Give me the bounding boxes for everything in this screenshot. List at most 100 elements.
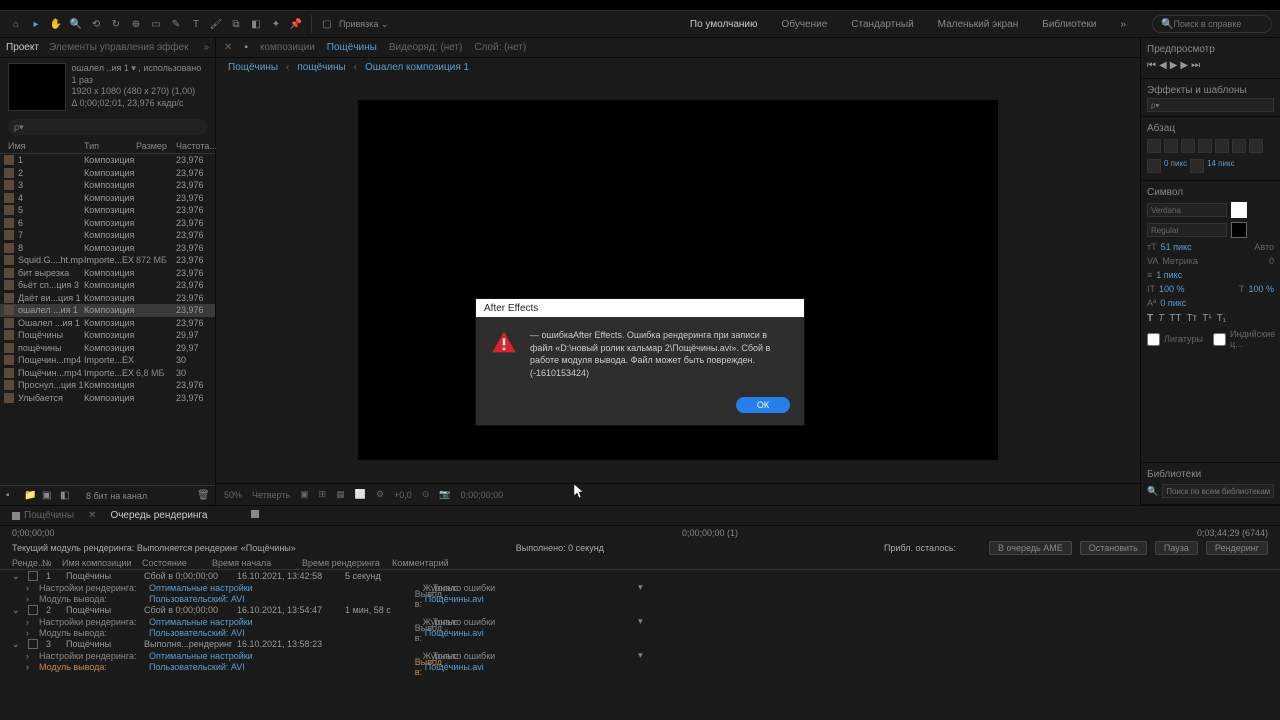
breadcrumb-3[interactable]: Ошалел композиция 1 <box>365 62 469 73</box>
project-item[interactable]: 6Композиция23,976 <box>0 217 215 230</box>
fill-color-swatch[interactable] <box>1231 202 1247 218</box>
caps-button[interactable]: TT <box>1169 313 1181 324</box>
comp-icon[interactable]: ▣ <box>42 490 54 502</box>
close-tab-icon[interactable]: ✕ <box>224 42 232 53</box>
vc-icon-2[interactable]: ⊞ <box>319 489 327 500</box>
pause-button[interactable]: Пауза <box>1155 541 1198 555</box>
project-item[interactable]: 1Композиция23,976 <box>0 154 215 167</box>
tracking-value[interactable]: 0 <box>1269 256 1274 266</box>
project-column-headers[interactable]: Имя Тип Размер Частота... <box>0 138 215 154</box>
next-frame-icon[interactable]: ▶ <box>1180 60 1188 71</box>
queue-item-row[interactable]: ⌄ 2 Пощёчины Сбой в 0;00;00;00 16.10.202… <box>8 604 1272 616</box>
bold-button[interactable]: T <box>1147 313 1153 324</box>
justify-all-icon[interactable] <box>1249 139 1263 153</box>
project-tab[interactable]: Проект <box>6 42 39 53</box>
vscale-value[interactable]: 100 % <box>1159 284 1185 294</box>
stop-button[interactable]: Остановить <box>1080 541 1147 555</box>
project-item[interactable]: Даёт ви...ция 1Композиция23,976 <box>0 292 215 305</box>
anchor-tool-icon[interactable]: ⊕ <box>128 16 144 32</box>
font-family-input[interactable] <box>1147 203 1227 217</box>
stroke-color-swatch[interactable] <box>1231 222 1247 238</box>
breadcrumb-2[interactable]: пощёчины <box>297 62 345 73</box>
help-search[interactable]: 🔍 <box>1152 15 1272 33</box>
project-item[interactable]: 8Композиция23,976 <box>0 242 215 255</box>
preview-panel-title[interactable]: Предпросмотр <box>1147 42 1274 57</box>
kerning-value[interactable]: Метрика <box>1162 256 1198 266</box>
output-module-row[interactable]: ›Модуль вывода:Пользовательский: AVIВыво… <box>8 661 1272 672</box>
folder-icon[interactable]: 📁 <box>24 490 36 502</box>
home-icon[interactable]: ⌂ <box>8 16 24 32</box>
exposure-value[interactable]: +0,0 <box>394 490 412 500</box>
library-panel-title[interactable]: Библиотеки <box>1147 467 1274 482</box>
ligatures-checkbox[interactable] <box>1147 333 1160 346</box>
render-settings-row[interactable]: ›Настройки рендеринга:Оптимальные настро… <box>8 650 1272 661</box>
workspace-tab-small[interactable]: Маленький экран <box>936 15 1021 34</box>
render-settings-row[interactable]: ›Настройки рендеринга:Оптимальные настро… <box>8 582 1272 593</box>
project-item[interactable]: 2Композиция23,976 <box>0 167 215 180</box>
leading-value[interactable]: Авто <box>1254 242 1274 252</box>
brush-tool-icon[interactable]: 🖌 <box>208 16 224 32</box>
eraser-tool-icon[interactable]: ◧ <box>248 16 264 32</box>
timeline-tab[interactable]: Пощёчины <box>12 510 74 521</box>
font-size-value[interactable]: 51 пикс <box>1161 242 1192 252</box>
vc-icon-3[interactable]: ▦ <box>336 489 345 500</box>
layer-tab[interactable]: Слой: (нет) <box>474 42 526 53</box>
project-item[interactable]: Squid.G....ht.mp4Importe...EX872 МБ23,97… <box>0 254 215 267</box>
last-frame-icon[interactable]: ⏭ <box>1191 60 1200 71</box>
project-item[interactable]: 3Композиция23,976 <box>0 179 215 192</box>
prev-frame-icon[interactable]: ◀ <box>1159 60 1167 71</box>
superscript-button[interactable]: T¹ <box>1202 313 1211 324</box>
selection-tool-icon[interactable]: ▸ <box>28 16 44 32</box>
clone-tool-icon[interactable]: ⧉ <box>228 16 244 32</box>
justify-right-icon[interactable] <box>1232 139 1246 153</box>
current-time[interactable]: 0;00;00;00 <box>461 490 504 500</box>
effects-panel-title[interactable]: Эффекты и шаблоны <box>1147 83 1274 98</box>
vc-icon-4[interactable]: ⬜ <box>355 489 366 500</box>
align-left-icon[interactable] <box>1147 139 1161 153</box>
interpret-icon[interactable]: ▪ <box>6 490 18 502</box>
workspace-tab-default[interactable]: По умолчанию <box>688 15 760 34</box>
align-center-icon[interactable] <box>1164 139 1178 153</box>
effects-search-input[interactable] <box>1147 98 1274 112</box>
output-module-row[interactable]: ›Модуль вывода:Пользовательский: AVIВыво… <box>8 593 1272 604</box>
baseline-value[interactable]: 0 пикс <box>1160 298 1186 308</box>
project-item[interactable]: Пощёчин...mp4Importe...EX6,8 МБ30 <box>0 367 215 380</box>
hand-tool-icon[interactable]: ✋ <box>48 16 64 32</box>
project-item[interactable]: бит вырезкаКомпозиция23,976 <box>0 267 215 280</box>
effect-controls-tab[interactable]: Элементы управления эффек <box>49 42 189 53</box>
composition-thumbnail[interactable] <box>8 63 66 111</box>
workspace-tab-learn[interactable]: Обучение <box>780 15 830 34</box>
adjust-icon[interactable]: ◧ <box>60 490 72 502</box>
hindi-checkbox[interactable] <box>1213 333 1226 346</box>
queue-item-row[interactable]: ⌄ 3 Пощёчины Выполня...рендеринг 16.10.2… <box>8 638 1272 650</box>
orbit-tool-icon[interactable]: ⟲ <box>88 16 104 32</box>
puppet-tool-icon[interactable]: 📌 <box>288 16 304 32</box>
project-item[interactable]: ошалел ...ия 1Композиция23,976 <box>0 304 215 317</box>
project-item[interactable]: 7Композиция23,976 <box>0 229 215 242</box>
project-item[interactable]: УлыбаетсяКомпозиция23,976 <box>0 392 215 405</box>
ok-button[interactable]: ОК <box>736 397 790 413</box>
snap-label[interactable]: Привязка ⌄ <box>339 19 388 30</box>
render-queue-tab[interactable]: Очередь рендеринга <box>110 510 207 521</box>
bit-depth-label[interactable]: 8 бит на канал <box>86 491 147 501</box>
panel-menu-icon[interactable]: » <box>203 42 209 53</box>
trash-icon[interactable]: 🗑 <box>197 490 209 502</box>
project-item[interactable]: Пощечин...mp4Importe...EX30 <box>0 354 215 367</box>
project-item[interactable]: 4Композиция23,976 <box>0 192 215 205</box>
library-search-input[interactable] <box>1162 484 1274 498</box>
smallcaps-button[interactable]: Tт <box>1186 313 1197 324</box>
project-item[interactable]: ПощёчиныКомпозиция29,97 <box>0 329 215 342</box>
justify-center-icon[interactable] <box>1215 139 1229 153</box>
vc-icon-7[interactable]: 📷 <box>439 489 450 500</box>
justify-left-icon[interactable] <box>1198 139 1212 153</box>
project-list[interactable]: 1Композиция23,9762Композиция23,9763Компо… <box>0 154 215 485</box>
project-item[interactable]: пощёчиныКомпозиция29,97 <box>0 342 215 355</box>
zoom-tool-icon[interactable]: 🔍 <box>68 16 84 32</box>
project-item[interactable]: 5Композиция23,976 <box>0 204 215 217</box>
vc-icon-6[interactable]: ⊙ <box>422 489 430 500</box>
render-button[interactable]: Рендеринг <box>1206 541 1268 555</box>
vc-icon-1[interactable]: ▣ <box>300 489 309 500</box>
breadcrumb-1[interactable]: Пощёчины <box>228 62 278 73</box>
hscale-value[interactable]: 100 % <box>1248 284 1274 294</box>
play-icon[interactable]: ▶ <box>1170 60 1178 71</box>
